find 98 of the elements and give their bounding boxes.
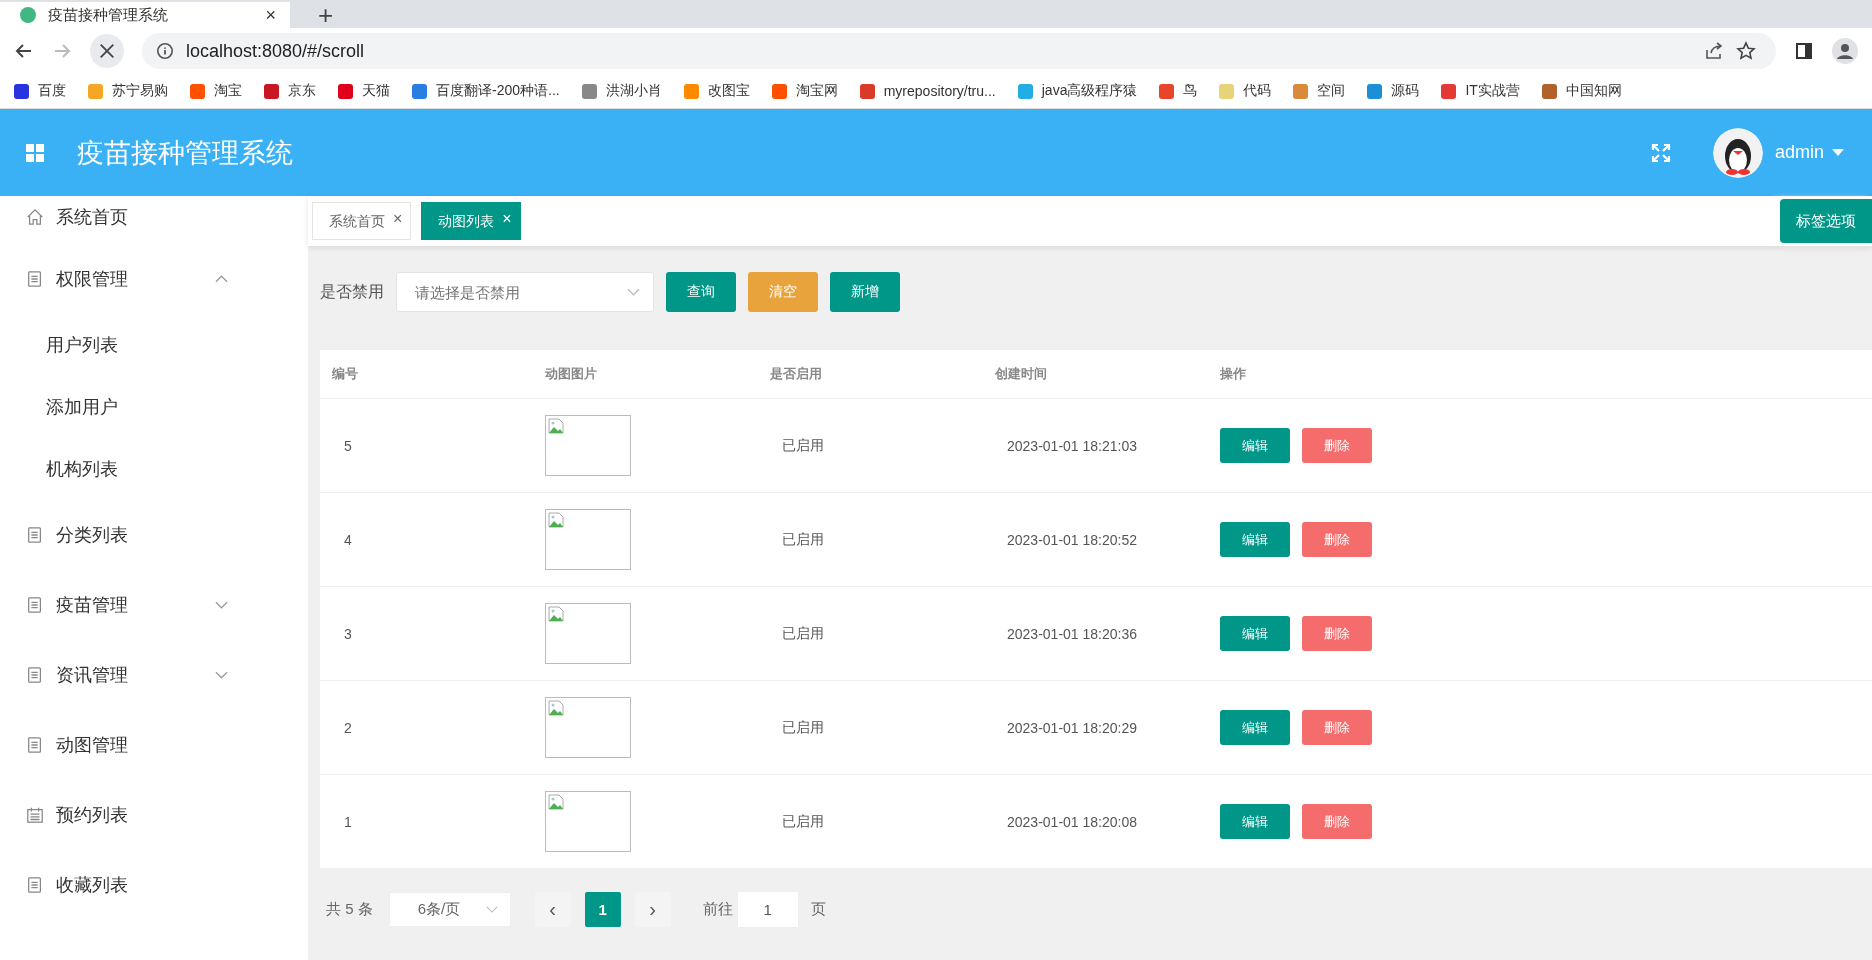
- page-tab[interactable]: 系统首页 ×: [312, 202, 412, 240]
- edit-button[interactable]: 编辑: [1220, 428, 1290, 463]
- bookmark[interactable]: myrepository/tru...: [859, 83, 996, 99]
- chevron-down-icon: [627, 288, 640, 296]
- home-icon: [26, 208, 44, 226]
- page-input[interactable]: 1: [736, 891, 799, 928]
- sidebar-item[interactable]: 分类列表: [0, 500, 308, 570]
- bookmark[interactable]: 改图宝: [683, 82, 750, 100]
- table-cell: 已启用: [782, 436, 824, 455]
- calendar-icon: [26, 806, 44, 824]
- star-icon[interactable]: [1736, 41, 1756, 61]
- bookmark[interactable]: 淘宝网: [771, 82, 838, 100]
- bookmark[interactable]: 中国知网: [1541, 82, 1622, 100]
- page-size-select[interactable]: 6条/页: [388, 892, 511, 927]
- chevron-down-icon: [485, 906, 498, 913]
- address-bar[interactable]: localhost:8080/#/scroll: [142, 33, 1776, 69]
- bookmark[interactable]: 天猫: [338, 82, 390, 100]
- table-cell: 2: [344, 719, 352, 736]
- bookmark[interactable]: 京东: [264, 82, 316, 100]
- side-panel-icon[interactable]: [1794, 41, 1814, 61]
- column-header: 动图图片: [545, 365, 598, 383]
- column-header: 操作: [1220, 365, 1247, 383]
- bookmark[interactable]: java高级程序猿: [1017, 82, 1138, 100]
- edit-button[interactable]: 编辑: [1220, 522, 1290, 557]
- browser-tab-title: 疫苗接种管理系统: [48, 6, 169, 24]
- bookmark[interactable]: 洪湖小肖: [581, 82, 662, 100]
- next-page-button[interactable]: ›: [634, 892, 671, 927]
- bookmark[interactable]: 源码: [1367, 82, 1420, 100]
- filter-button[interactable]: 查询: [666, 272, 736, 312]
- bookmark[interactable]: 代码: [1219, 82, 1272, 100]
- page-tab[interactable]: 动图列表 ×: [421, 202, 521, 240]
- table-cell: 已启用: [782, 718, 824, 737]
- status-select[interactable]: 请选择是否禁用: [396, 272, 654, 312]
- sidebar-item[interactable]: 资讯管理: [0, 640, 308, 710]
- edit-button[interactable]: 编辑: [1220, 616, 1290, 651]
- document-icon: [26, 596, 44, 614]
- table-cell: 4: [344, 531, 352, 548]
- tab-options-button[interactable]: 标签选项: [1780, 199, 1872, 243]
- broken-image-icon: [545, 697, 631, 758]
- edit-button[interactable]: 编辑: [1220, 710, 1290, 745]
- bookmark[interactable]: 苏宁易购: [88, 82, 168, 100]
- bookmark[interactable]: 百度翻译-200种语...: [412, 82, 560, 100]
- page-unit-label: 页: [810, 900, 826, 919]
- document-icon: [26, 526, 44, 544]
- filter-label: 是否禁用: [320, 281, 384, 302]
- column-header: 创建时间: [995, 365, 1048, 383]
- close-tab-icon[interactable]: ×: [502, 213, 512, 225]
- sidebar-item[interactable]: 权限管理: [0, 244, 308, 314]
- close-icon[interactable]: [98, 42, 116, 60]
- sidebar-item[interactable]: 预约列表: [0, 780, 308, 850]
- column-header: 是否启用: [770, 365, 823, 383]
- broken-image-icon: [545, 791, 631, 852]
- table-cell: 2023-01-01 18:20:29: [1007, 719, 1137, 736]
- table-cell: 2023-01-01 18:20:36: [1007, 625, 1137, 642]
- table-cell: 1: [344, 813, 352, 830]
- sidebar-subitem[interactable]: 添加用户: [0, 376, 138, 438]
- new-tab-button[interactable]: +: [318, 6, 334, 24]
- browser-tab[interactable]: 疫苗接种管理系统 ×: [0, 2, 290, 28]
- broken-image-icon: [545, 415, 631, 476]
- filter-button[interactable]: 新增: [830, 272, 900, 312]
- bookmark[interactable]: 鸟: [1159, 82, 1198, 100]
- table-cell: 5: [344, 437, 352, 454]
- sidebar-item[interactable]: 动图管理: [0, 710, 308, 780]
- table-cell: 2023-01-01 18:20:52: [1007, 531, 1137, 548]
- previous-page-button[interactable]: ‹: [534, 892, 571, 927]
- page-number[interactable]: 1: [584, 892, 621, 927]
- column-header: 编号: [331, 365, 359, 383]
- sidebar-item[interactable]: 系统首页: [0, 196, 308, 238]
- table-cell: 已启用: [782, 812, 824, 831]
- profile-icon[interactable]: [1832, 38, 1858, 64]
- total-count: 共 5 条: [326, 900, 373, 919]
- document-icon: [26, 666, 44, 684]
- document-icon: [26, 270, 44, 288]
- edit-button[interactable]: 编辑: [1220, 804, 1290, 839]
- document-icon: [26, 736, 44, 754]
- close-tab-button[interactable]: ×: [265, 6, 276, 24]
- bookmark[interactable]: 淘宝: [190, 82, 242, 100]
- sidebar-subitem[interactable]: 用户列表: [0, 314, 138, 376]
- broken-image-icon: [545, 603, 631, 664]
- sidebar-item[interactable]: 疫苗管理: [0, 570, 308, 640]
- bookmark[interactable]: 空间: [1293, 82, 1346, 100]
- bookmark[interactable]: 百度: [14, 82, 66, 100]
- sidebar-item[interactable]: 收藏列表: [0, 850, 308, 920]
- goto-label: 前往: [702, 900, 733, 919]
- document-icon: [26, 876, 44, 894]
- table-cell: 3: [344, 625, 352, 642]
- table-cell: 2023-01-01 18:20:08: [1007, 813, 1137, 830]
- info-icon: [156, 42, 174, 60]
- table-cell: 已启用: [782, 624, 824, 643]
- avatar-icon[interactable]: [1712, 127, 1763, 178]
- broken-image-icon: [545, 509, 631, 570]
- sidebar-subitem[interactable]: 机构列表: [0, 438, 138, 500]
- app-title: 疫苗接种管理系统: [77, 136, 293, 170]
- bookmark[interactable]: IT实战营: [1441, 82, 1520, 100]
- share-icon[interactable]: [1704, 41, 1724, 61]
- table-cell: 2023-01-01 18:21:03: [1007, 437, 1137, 454]
- table-cell: 已启用: [782, 530, 824, 549]
- close-tab-icon[interactable]: ×: [393, 213, 403, 225]
